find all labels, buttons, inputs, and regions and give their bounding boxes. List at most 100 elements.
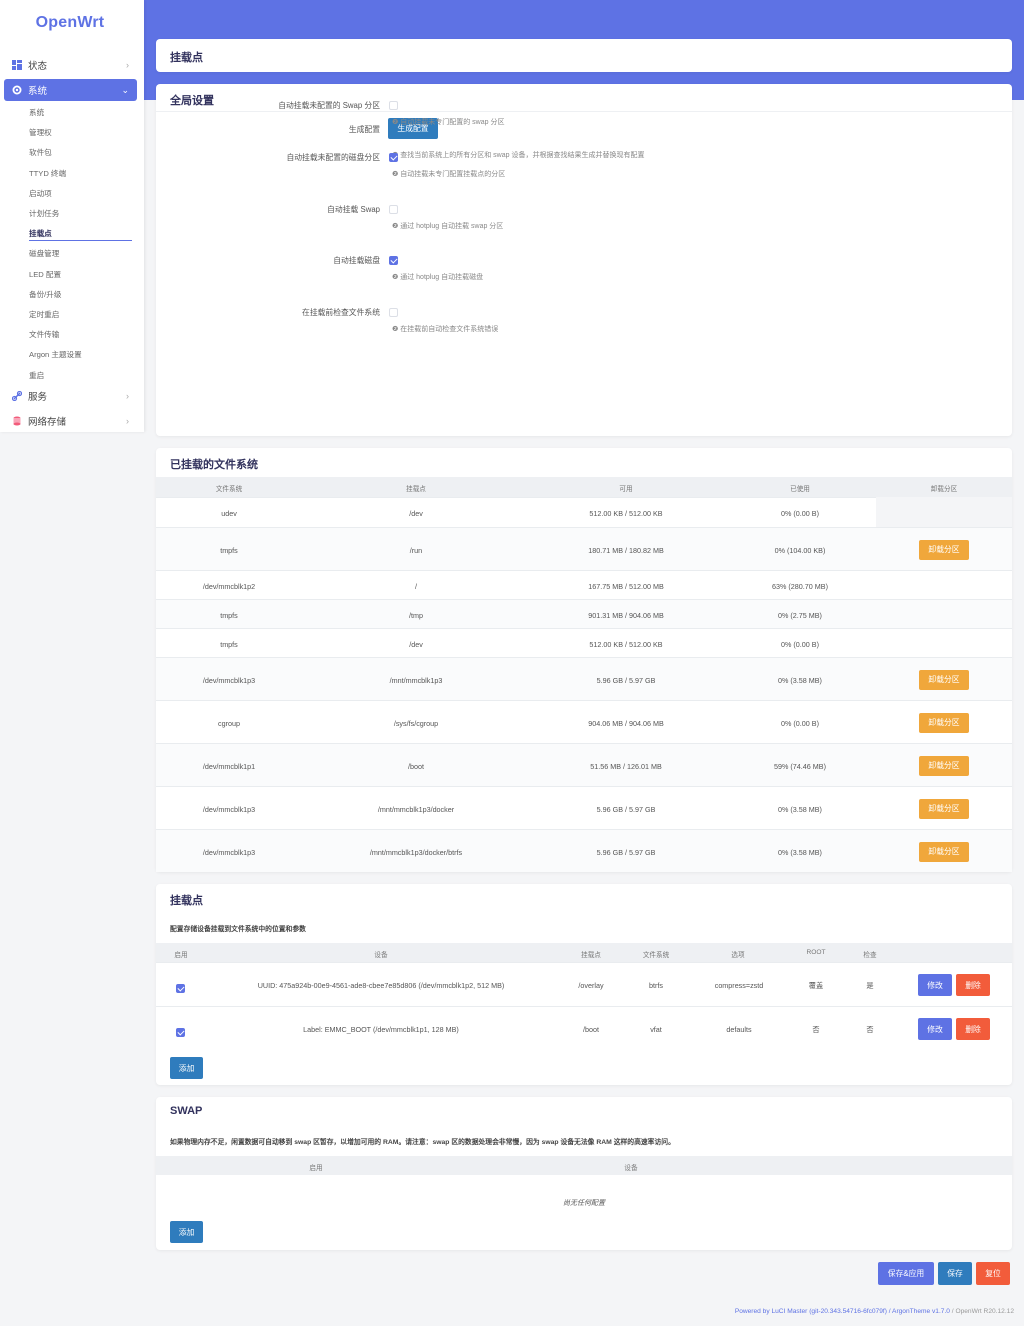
mount-points-card: 挂载点 配置存储设备挂载到文件系统中的位置和参数 启用 设备 挂载点 文件系统 … [156,884,1012,1085]
sidebar-subitem[interactable]: LED 配置 [29,269,61,280]
unmount-button[interactable]: 卸载分区 [919,669,969,690]
save-apply-button[interactable]: 保存&应用 [878,1262,934,1285]
table-cell: /sys/fs/cgroup [393,718,439,728]
mounted-filesystems-card: 已挂载的文件系统 文件系统 挂载点 可用 已使用 卸载分区 udev/dev 51… [156,448,1012,872]
table-cell: /tmp [409,610,423,620]
chevron-right-icon: › [126,60,129,70]
sidebar-subitem[interactable]: 挂载点 [29,228,52,239]
table-cell: /dev/mmcblk1p3 [202,847,256,857]
option-checkbox[interactable] [389,256,398,266]
table-cell: /boot [408,761,424,771]
sidebar-item-label: 系统 [28,86,48,97]
sidebar-subitem[interactable]: 启动项 [29,188,52,199]
table-cell: 0% (3.58 MB) [778,804,822,814]
unmount-button[interactable]: 卸载分区 [919,798,969,819]
table-cell: 0% (2.75 MB) [778,610,822,620]
unmount-button[interactable]: 卸载分区 [919,712,969,733]
table-header: 启用 设备 [156,1156,1012,1175]
sidebar-item-system[interactable]: 系统 ⌄ [4,79,137,101]
table-cell: /mnt/mmcblk1p3/docker [377,804,455,814]
add-swap-button[interactable]: 添加 [170,1221,203,1243]
table-row: tmpfs/tmp 901.31 MB / 904.06 MB 0% (2.75 M… [156,599,1012,628]
add-mount-button[interactable]: 添加 [170,1057,203,1079]
column-header: 可用 [619,486,633,493]
table-cell: 5.96 GB / 5.97 GB [596,847,656,857]
option-checkbox[interactable] [389,204,398,214]
sidebar: OpenWrt 状态 › 系统 ⌄ 系统管理权软件包 TTYD 终端 启动项计划任务… [0,0,144,432]
sidebar-item-services[interactable]: 服务 › [4,385,137,407]
table-cell: 否 [866,1025,874,1034]
option-checkbox[interactable] [389,101,398,110]
footer-powered-link[interactable]: Powered by LuCI Master (git-20.343.54716… [735,1308,950,1315]
table-cell: /dev [409,508,423,518]
sidebar-item-status[interactable]: 状态 › [4,54,137,76]
delete-button[interactable]: 删除 [956,1018,990,1040]
table-cell: / [415,581,417,591]
column-header: 检查 [863,952,877,959]
table-cell: /dev/mmcblk1p3 [202,804,256,814]
unmount-button[interactable]: 卸载分区 [919,539,969,560]
column-header: 卸载分区 [930,486,958,493]
generate-config-hint: ❷ 查找当前系统上的所有分区和 swap 设备，并根据查找结果生成并替换现有配置 [392,152,645,159]
unmount-button[interactable]: 卸载分区 [919,755,969,776]
swap-card: SWAP 如果物理内存不足，闲置数据可自动移到 swap 区暂存，以增加可用的 … [156,1097,1012,1250]
sidebar-subitem[interactable]: 磁盘管理 [29,248,59,259]
option-checkbox[interactable] [389,308,398,318]
table-header: 启用 设备 挂载点 文件系统 选项 ROOT 检查 [156,943,1012,962]
sidebar-item-label: 状态 [28,61,48,72]
table-cell: /run [409,545,423,555]
sidebar-subitem[interactable]: 管理权 [29,127,52,138]
table-cell: 0% (0.00 B) [781,508,819,518]
table-cell: 0% (104.00 KB) [774,545,826,555]
table-cell: Label: EMMC_BOOT (/dev/mmcblk1p1, 128 MB… [303,1025,459,1034]
section-title: SWAP [170,1105,203,1117]
reset-button[interactable]: 复位 [976,1262,1010,1285]
option-hint: ❷ 在挂载前自动检查文件系统错误 [392,326,499,334]
edit-button[interactable]: 修改 [918,974,952,996]
sidebar-subitem[interactable]: Argon 主题设置 [29,349,82,360]
table-header: 文件系统 挂载点 可用 已使用 卸载分区 [156,477,1012,497]
table-row: /dev/mmcblk1p1/boot 51.56 MB / 126.01 MB 5… [156,743,1012,786]
table-cell: 51.56 MB / 126.01 MB [590,761,662,771]
sidebar-subitem[interactable]: 系统 [29,107,44,118]
chevron-right-icon: › [126,391,129,401]
enabled-checkbox[interactable] [176,984,185,993]
table-cell: 512.00 KB / 512.00 KB [589,508,663,518]
unmount-button[interactable]: 卸载分区 [919,841,969,862]
sidebar-item-network-storage[interactable]: 网络存储 › [4,410,137,432]
sidebar-subitem[interactable]: 重启 [29,370,44,381]
column-header: 文件系统 [215,486,243,493]
table-row: UUID: 475a924b-00e9-4561-ade8-cbee7e85d8… [156,962,1012,1006]
sidebar-subitem[interactable]: TTYD 终端 [29,168,66,179]
table-cell: 0% (3.58 MB) [778,675,822,685]
table-cell: 512.00 KB / 512.00 KB [589,639,663,649]
table-row: cgroup/sys/fs/cgroup 904.06 MB / 904.06 M… [156,700,1012,743]
option-hint: ❷ 自动挂载未专门配置挂载点的分区 [392,170,506,178]
enabled-checkbox[interactable] [176,1028,185,1037]
table-cell: UUID: 475a924b-00e9-4561-ade8-cbee7e85d8… [257,981,505,990]
delete-button[interactable]: 删除 [956,974,990,996]
column-header: 挂载点 [581,952,601,959]
table-cell: /mnt/mmcblk1p3 [389,675,443,685]
edit-button[interactable]: 修改 [918,1018,952,1040]
sidebar-subitem[interactable]: 计划任务 [29,208,59,219]
divider [156,111,1012,112]
sidebar-subitem[interactable]: 文件传输 [29,329,59,340]
sidebar-subitem[interactable]: 软件包 [29,147,52,158]
option-checkbox[interactable] [389,152,398,162]
sidebar-subitem[interactable]: 定时重启 [29,309,59,320]
dashboard-icon [12,60,22,70]
openwrt-logo[interactable]: OpenWrt [0,14,140,32]
option-label: 自动挂载 Swap [327,204,380,214]
table-cell: 是 [866,981,874,990]
table-row: /dev/mmcblk1p3/mnt/mmcblk1p3/docker/btrf… [156,829,1012,872]
table-cell: /dev/mmcblk1p2 [202,581,256,591]
option-hint: ❷ 自动挂载未专门配置的 swap 分区 [392,119,505,126]
save-button[interactable]: 保存 [938,1262,972,1285]
table-cell: /mnt/mmcblk1p3/docker/btrfs [369,847,463,857]
table-row: Label: EMMC_BOOT (/dev/mmcblk1p1, 128 MB… [156,1006,1012,1050]
table-cell: compress=zstd [714,981,764,990]
sidebar-subitem[interactable]: 备份/升级 [29,289,61,300]
link-icon [11,390,23,402]
option-label: 自动挂载未配置的 Swap 分区 [278,101,380,110]
